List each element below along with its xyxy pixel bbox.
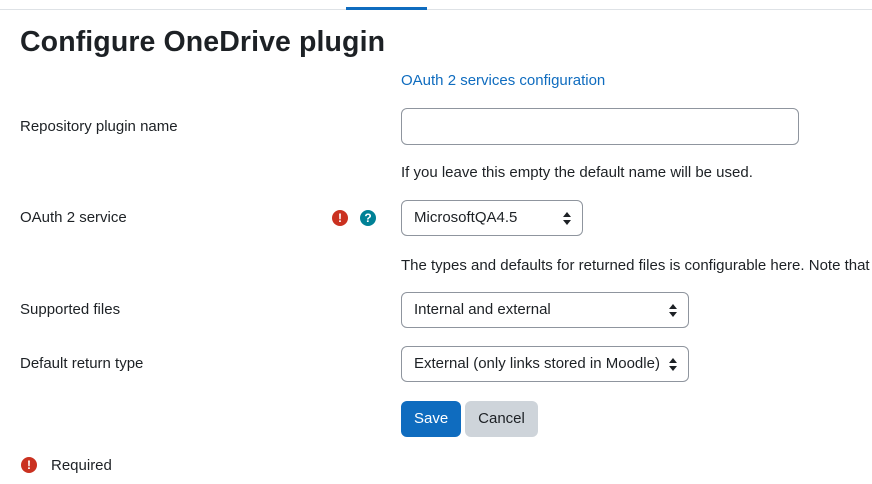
active-tab-indicator (346, 7, 427, 10)
supported-files-select[interactable]: Internal and external (401, 292, 689, 328)
help-question-icon[interactable]: ? (360, 210, 376, 226)
oauth-service-help: The types and defaults for returned file… (401, 257, 870, 274)
page-title: Configure OneDrive plugin (20, 26, 386, 58)
save-button[interactable]: Save (401, 401, 461, 437)
nav-bottom-border (0, 9, 872, 10)
select-arrows-icon (563, 212, 571, 225)
plugin-name-input[interactable] (401, 108, 799, 145)
plugin-name-help: If you leave this empty the default name… (401, 164, 753, 181)
oauth-service-label: OAuth 2 service (20, 209, 127, 226)
required-note: Required (51, 457, 112, 474)
supported-files-value: Internal and external (414, 301, 551, 318)
return-type-select[interactable]: External (only links stored in Moodle) (401, 346, 689, 382)
supported-files-label: Supported files (20, 301, 121, 318)
return-type-label: Default return type (20, 355, 144, 372)
oauth-service-value: MicrosoftQA4.5 (414, 209, 518, 226)
required-exclamation-icon: ! (332, 210, 348, 226)
cancel-button[interactable]: Cancel (465, 401, 538, 437)
return-type-value: External (only links stored in Moodle) (414, 355, 660, 372)
select-arrows-icon (669, 358, 677, 371)
required-exclamation-icon: ! (21, 457, 37, 473)
select-arrows-icon (669, 304, 677, 317)
plugin-name-label: Repository plugin name (20, 118, 178, 135)
oauth-service-select[interactable]: MicrosoftQA4.5 (401, 200, 583, 236)
oauth-services-link[interactable]: OAuth 2 services configuration (401, 72, 605, 89)
